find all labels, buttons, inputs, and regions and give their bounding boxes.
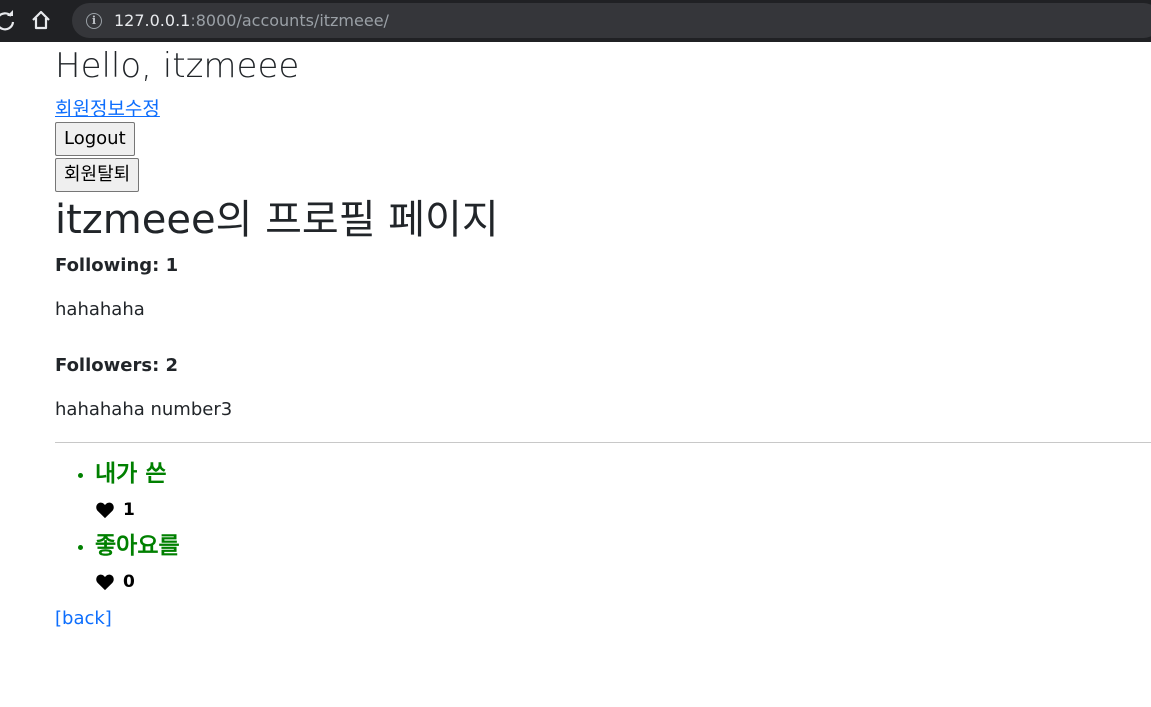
list-item: 좋아요를 0 — [95, 531, 1151, 593]
post-title[interactable]: 좋아요를 — [95, 531, 1151, 561]
home-icon[interactable] — [30, 9, 52, 31]
followers-list: hahahaha number3 — [55, 399, 233, 420]
browser-toolbar: i 127.0.0.1:8000/accounts/itzmeee/ — [0, 0, 1151, 42]
like-count: 1 — [123, 500, 135, 520]
back-link[interactable]: [back] — [55, 607, 1151, 631]
profile-title: itzmeee의 프로필 페이지 — [55, 197, 499, 243]
following-count: Following: 1 — [55, 255, 179, 276]
url-text[interactable]: 127.0.0.1:8000/accounts/itzmeee/ — [114, 11, 389, 30]
address-bar[interactable]: i 127.0.0.1:8000/accounts/itzmeee/ — [72, 3, 1151, 38]
withdraw-button[interactable]: 회원탈퇴 — [55, 158, 140, 192]
heart-icon[interactable] — [95, 501, 115, 519]
heart-icon[interactable] — [95, 573, 115, 591]
divider — [55, 442, 1151, 443]
like-row: 1 — [95, 499, 1151, 521]
followers-count: Followers: 2 — [55, 355, 179, 376]
logout-button[interactable]: Logout — [55, 122, 135, 156]
like-count: 0 — [123, 572, 135, 592]
info-icon[interactable]: i — [86, 12, 102, 29]
like-row: 0 — [95, 571, 1151, 593]
reload-icon[interactable] — [0, 10, 16, 35]
post-list: 내가 쓴 1 좋아요를 0 — [55, 459, 1151, 593]
edit-profile-link[interactable]: 회원정보수정 — [55, 98, 1151, 120]
page-content: Hello, itzmeee 회원정보수정 Logout 회원탈퇴 itzmee… — [55, 42, 1151, 631]
post-title[interactable]: 내가 쓴 — [95, 459, 1151, 489]
following-list: hahahaha — [55, 299, 145, 320]
greeting-heading: Hello, itzmeee — [55, 46, 300, 86]
list-item: 내가 쓴 1 — [95, 459, 1151, 521]
